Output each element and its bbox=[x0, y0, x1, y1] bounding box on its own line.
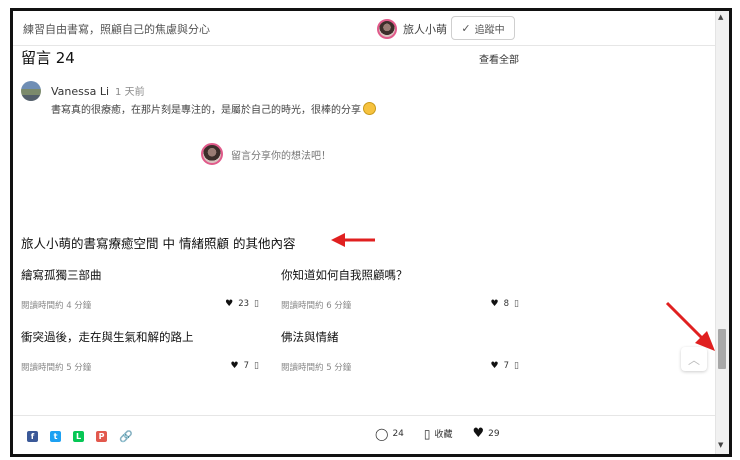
browser-frame: 練習自由書寫，照顧自己的焦慮與分心 旅人小萌 ✓ 追蹤中 留言 24 查看全部 … bbox=[10, 8, 732, 457]
bookmark-icon[interactable]: ▯ bbox=[514, 361, 519, 371]
scrollbar[interactable] bbox=[715, 11, 729, 454]
comments-heading: 留言 24 bbox=[21, 49, 75, 67]
article-top-bar: 練習自由書寫，照顧自己的焦慮與分心 旅人小萌 ✓ 追蹤中 bbox=[13, 11, 715, 46]
heart-icon: ♥ bbox=[490, 299, 499, 309]
article-like-count: 7 bbox=[503, 361, 510, 371]
follow-button[interactable]: ✓ 追蹤中 bbox=[451, 16, 515, 40]
bookmark-icon[interactable]: ▯ bbox=[254, 361, 259, 371]
view-all-link[interactable]: 查看全部 bbox=[479, 51, 519, 66]
heading-suffix: 的其他內容 bbox=[233, 236, 296, 251]
facebook-share-icon[interactable]: f bbox=[27, 431, 38, 442]
annotation-arrow-left bbox=[331, 233, 375, 247]
comment-count: 24 bbox=[392, 428, 404, 439]
article-card[interactable]: 繪寫孤獨三部曲 閱讀時間約 4 分鐘 ♥ 23 ▯ bbox=[21, 267, 261, 311]
commenter-name[interactable]: Vanessa Li bbox=[51, 85, 109, 98]
author-name[interactable]: 旅人小萌 bbox=[403, 21, 447, 37]
article-title: 練習自由書寫，照顧自己的焦慮與分心 bbox=[23, 23, 210, 36]
comment-input[interactable]: 留言分享你的想法吧！ bbox=[201, 143, 331, 165]
article-like-count: 8 bbox=[503, 299, 510, 309]
smile-emoji-icon bbox=[363, 102, 376, 115]
article-card[interactable]: 衝突過後，走在與生氣和解的路上 閱讀時間約 5 分鐘 ♥ 7 ▯ bbox=[21, 329, 261, 373]
article-card-title[interactable]: 佛法與情緒 bbox=[281, 329, 521, 345]
comment-action[interactable]: ◯ 24 bbox=[375, 427, 404, 441]
comment-text: 書寫真的很療癒，在那片刻是專注的，是屬於自己的時光，很棒的分享 bbox=[51, 105, 361, 116]
save-label: 收藏 bbox=[434, 430, 453, 440]
save-action[interactable]: ▯ 收藏 bbox=[424, 427, 453, 441]
follow-label: 追蹤中 bbox=[474, 24, 505, 36]
bookmark-icon: ▯ bbox=[423, 426, 431, 441]
comment-time: 1 天前 bbox=[115, 87, 145, 98]
heading-connector: 中 bbox=[162, 236, 176, 251]
article-like-count: 23 bbox=[238, 299, 250, 309]
more-content-heading: 旅人小萌的書寫療癒空間 中 情緒照顧 的其他內容 bbox=[21, 233, 296, 252]
plurk-share-icon[interactable]: P bbox=[96, 431, 107, 442]
bookmark-icon[interactable]: ▯ bbox=[254, 299, 259, 309]
twitter-share-icon[interactable]: t bbox=[50, 431, 61, 442]
heart-icon: ♥ bbox=[472, 426, 485, 441]
bookmark-icon[interactable]: ▯ bbox=[514, 299, 519, 309]
category-name[interactable]: 情緒照顧 bbox=[179, 236, 229, 251]
scroll-up-arrow-icon[interactable]: ▲ bbox=[718, 13, 723, 21]
article-card-title[interactable]: 繪寫孤獨三部曲 bbox=[21, 267, 261, 283]
author-avatar[interactable] bbox=[377, 19, 397, 39]
heart-icon: ♥ bbox=[230, 361, 239, 371]
check-icon: ✓ bbox=[461, 21, 471, 35]
chevron-up-icon: ︿ bbox=[687, 352, 700, 367]
user-avatar bbox=[201, 143, 223, 165]
like-count: 29 bbox=[488, 428, 500, 439]
scrollbar-thumb[interactable] bbox=[718, 329, 726, 369]
article-card-title[interactable]: 衝突過後，走在與生氣和解的路上 bbox=[21, 329, 261, 345]
comment-placeholder[interactable]: 留言分享你的想法吧！ bbox=[231, 147, 331, 162]
article-actions: ◯ 24 ▯ 收藏 ♥ 29 bbox=[375, 426, 516, 441]
article-read-time: 閱讀時間約 4 分鐘 bbox=[21, 301, 92, 311]
heart-icon: ♥ bbox=[225, 299, 234, 309]
like-action[interactable]: ♥ 29 bbox=[473, 426, 500, 441]
article-like-count: 7 bbox=[243, 361, 250, 371]
line-share-icon[interactable]: L bbox=[73, 431, 84, 442]
space-name[interactable]: 旅人小萌的書寫療癒空間 bbox=[21, 236, 159, 251]
commenter-avatar[interactable] bbox=[21, 81, 41, 101]
scroll-down-arrow-icon[interactable]: ▼ bbox=[718, 441, 723, 449]
comment-icon: ◯ bbox=[375, 426, 389, 441]
article-read-time: 閱讀時間約 6 分鐘 bbox=[281, 301, 352, 311]
heart-icon: ♥ bbox=[490, 361, 499, 371]
article-read-time: 閱讀時間約 5 分鐘 bbox=[281, 363, 352, 373]
copy-link-icon[interactable]: 🔗 bbox=[119, 430, 133, 443]
article-card[interactable]: 佛法與情緒 閱讀時間約 5 分鐘 ♥ 7 ▯ bbox=[281, 329, 521, 373]
bottom-action-bar: f t L P 🔗 ◯ 24 ▯ 收藏 ♥ 29 bbox=[13, 415, 715, 454]
back-to-top-button[interactable]: ︿ bbox=[681, 347, 707, 371]
article-card[interactable]: 你知道如何自我照顧嗎？ 閱讀時間約 6 分鐘 ♥ 8 ▯ bbox=[281, 267, 521, 311]
share-buttons: f t L P 🔗 bbox=[27, 430, 133, 443]
article-card-title[interactable]: 你知道如何自我照顧嗎？ bbox=[281, 267, 521, 283]
article-read-time: 閱讀時間約 5 分鐘 bbox=[21, 363, 92, 373]
author-info[interactable]: 旅人小萌 bbox=[377, 19, 447, 39]
